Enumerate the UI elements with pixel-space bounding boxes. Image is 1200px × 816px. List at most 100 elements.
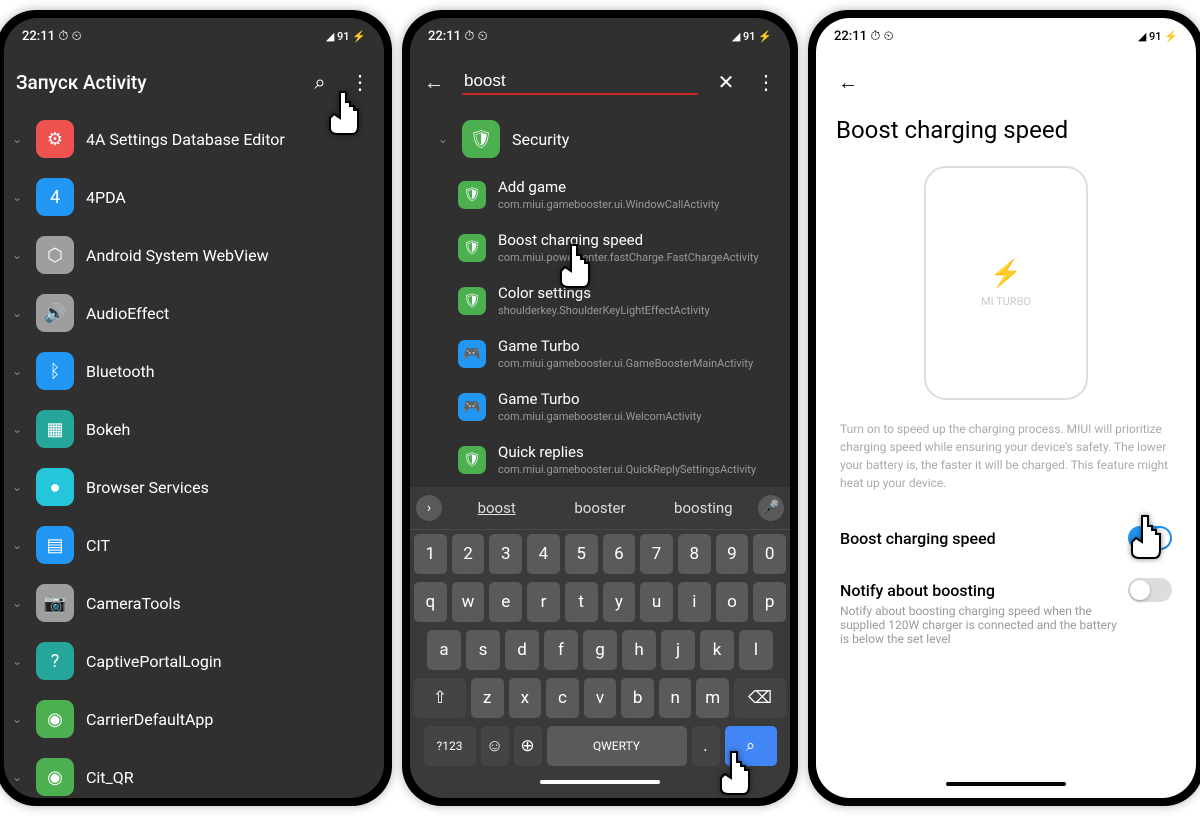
key-i[interactable]: i (678, 582, 711, 622)
key-d[interactable]: d (505, 630, 539, 670)
app-icon: ◉ (36, 758, 74, 796)
activity-icon: 🎮 (458, 340, 486, 368)
phone-1: 22:11 ⏱ ⏲ ◢ 91 ⚡ Запуск Activity ⌕ ⋮ ⌄⚙4… (0, 10, 392, 806)
key-e[interactable]: e (489, 582, 522, 622)
activity-item[interactable]: 🛡Boost charging speedcom.miui.powercente… (410, 221, 790, 274)
key-b[interactable]: b (621, 678, 654, 718)
key-y[interactable]: y (603, 582, 636, 622)
phone-3: 22:11 ⏱ ⏲ ◢ 91 ⚡ ← Boost charging speed … (808, 10, 1200, 806)
menu-icon[interactable]: ⋮ (348, 70, 372, 94)
key-8[interactable]: 8 (678, 534, 711, 574)
emoji-key[interactable]: ☺ (481, 726, 509, 766)
key-u[interactable]: u (640, 582, 673, 622)
boost-label: Boost charging speed (840, 529, 996, 548)
key-q[interactable]: q (414, 582, 447, 622)
expand-icon[interactable]: › (416, 495, 442, 521)
app-item[interactable]: ⌄🔊AudioEffect (4, 284, 384, 342)
key-j[interactable]: j (661, 630, 695, 670)
app-icon: ⬡ (36, 236, 74, 274)
app-icon: ⚙ (36, 120, 74, 158)
app-item[interactable]: ⌄●Browser Services (4, 458, 384, 516)
key-v[interactable]: v (584, 678, 617, 718)
key-h[interactable]: h (622, 630, 656, 670)
search-key[interactable]: ⌕ (725, 726, 777, 766)
search-input[interactable] (462, 70, 698, 95)
back-icon[interactable]: ← (836, 70, 860, 94)
key-m[interactable]: m (696, 678, 729, 718)
activity-item[interactable]: 🛡Quick repliescom.miui.gamebooster.ui.Qu… (410, 433, 790, 486)
mic-icon[interactable]: 🎤 (758, 495, 784, 521)
key-r[interactable]: r (527, 582, 560, 622)
notify-sub: Notify about boosting charging speed whe… (816, 604, 1144, 656)
key-n[interactable]: n (659, 678, 692, 718)
backspace-key[interactable]: ⌫ (734, 678, 786, 718)
key-6[interactable]: 6 (603, 534, 636, 574)
activity-item[interactable]: 🛡Add gamecom.miui.gamebooster.ui.WindowC… (410, 168, 790, 221)
key-0[interactable]: 0 (753, 534, 786, 574)
description: Turn on to speed up the charging process… (816, 420, 1196, 512)
notify-toggle[interactable] (1128, 578, 1172, 602)
key-1[interactable]: 1 (414, 534, 447, 574)
menu-icon[interactable]: ⋮ (754, 70, 778, 94)
shift-key[interactable]: ⇧ (414, 678, 466, 718)
key-x[interactable]: x (509, 678, 542, 718)
activity-icon: 🛡 (458, 287, 486, 315)
app-icon: ● (36, 468, 74, 506)
key-c[interactable]: c (546, 678, 579, 718)
app-item[interactable]: ⌄ᛒBluetooth (4, 342, 384, 400)
app-item[interactable]: ⌄📷CameraTools (4, 574, 384, 632)
key-w[interactable]: w (452, 582, 485, 622)
key-5[interactable]: 5 (565, 534, 598, 574)
lang-key[interactable]: ⊕ (514, 726, 542, 766)
app-icon: ▤ (36, 526, 74, 564)
app-item[interactable]: ⌄?CaptivePortalLogin (4, 632, 384, 690)
space-key[interactable]: QWERTY (547, 726, 687, 766)
back-icon[interactable]: ← (422, 70, 446, 94)
key-f[interactable]: f (544, 630, 578, 670)
status-bar: 22:11 ⏱ ⏲ ◢ 91 ⚡ (816, 18, 1196, 54)
app-icon: ᛒ (36, 352, 74, 390)
activity-icon: 🎮 (458, 393, 486, 421)
clear-icon[interactable]: ✕ (714, 70, 738, 94)
parent-app[interactable]: ⌄ 🛡 Security (410, 110, 790, 168)
app-item[interactable]: ⌄⬡Android System WebView (4, 226, 384, 284)
app-icon: 🔊 (36, 294, 74, 332)
search-icon[interactable]: ⌕ (308, 70, 332, 94)
app-item[interactable]: ⌄◉Cit_QR (4, 748, 384, 798)
key-a[interactable]: a (427, 630, 461, 670)
key-3[interactable]: 3 (489, 534, 522, 574)
key-l[interactable]: l (739, 630, 773, 670)
suggestion[interactable]: boost (448, 493, 545, 523)
activity-item[interactable]: 🎮Game Turbocom.miui.gamebooster.ui.Welco… (410, 380, 790, 433)
numbers-key[interactable]: ?123 (424, 726, 476, 766)
key-7[interactable]: 7 (640, 534, 673, 574)
key-s[interactable]: s (466, 630, 500, 670)
turbo-illustration: ⚡ MI TURBO (924, 166, 1088, 400)
key-4[interactable]: 4 (527, 534, 560, 574)
boost-toggle[interactable] (1128, 526, 1172, 550)
key-g[interactable]: g (583, 630, 617, 670)
activity-icon: 🛡 (458, 446, 486, 474)
app-item[interactable]: ⌄44PDA (4, 168, 384, 226)
key-k[interactable]: k (700, 630, 734, 670)
activity-item[interactable]: 🛡Color settingsshoulderkey.ShoulderKeyLi… (410, 274, 790, 327)
period-key[interactable]: . (692, 726, 720, 766)
key-o[interactable]: o (716, 582, 749, 622)
key-t[interactable]: t (565, 582, 598, 622)
app-item[interactable]: ⌄⚙4A Settings Database Editor (4, 110, 384, 168)
key-2[interactable]: 2 (452, 534, 485, 574)
status-bar: 22:11 ⏱ ⏲ ◢ 91 ⚡ (410, 18, 790, 54)
suggestion[interactable]: booster (551, 493, 648, 523)
app-icon: ◉ (36, 700, 74, 738)
key-z[interactable]: z (471, 678, 504, 718)
app-icon: ? (36, 642, 74, 680)
keyboard[interactable]: › boost booster boosting 🎤 1234567890 qw… (410, 487, 790, 798)
key-9[interactable]: 9 (716, 534, 749, 574)
app-item[interactable]: ⌄▦Bokeh (4, 400, 384, 458)
activity-item[interactable]: 🎮Game Turbocom.miui.gamebooster.ui.GameB… (410, 327, 790, 380)
page-title: Запуск Activity (16, 71, 292, 94)
app-item[interactable]: ⌄▤CIT (4, 516, 384, 574)
app-item[interactable]: ⌄◉CarrierDefaultApp (4, 690, 384, 748)
suggestion[interactable]: boosting (655, 493, 752, 523)
key-p[interactable]: p (753, 582, 786, 622)
